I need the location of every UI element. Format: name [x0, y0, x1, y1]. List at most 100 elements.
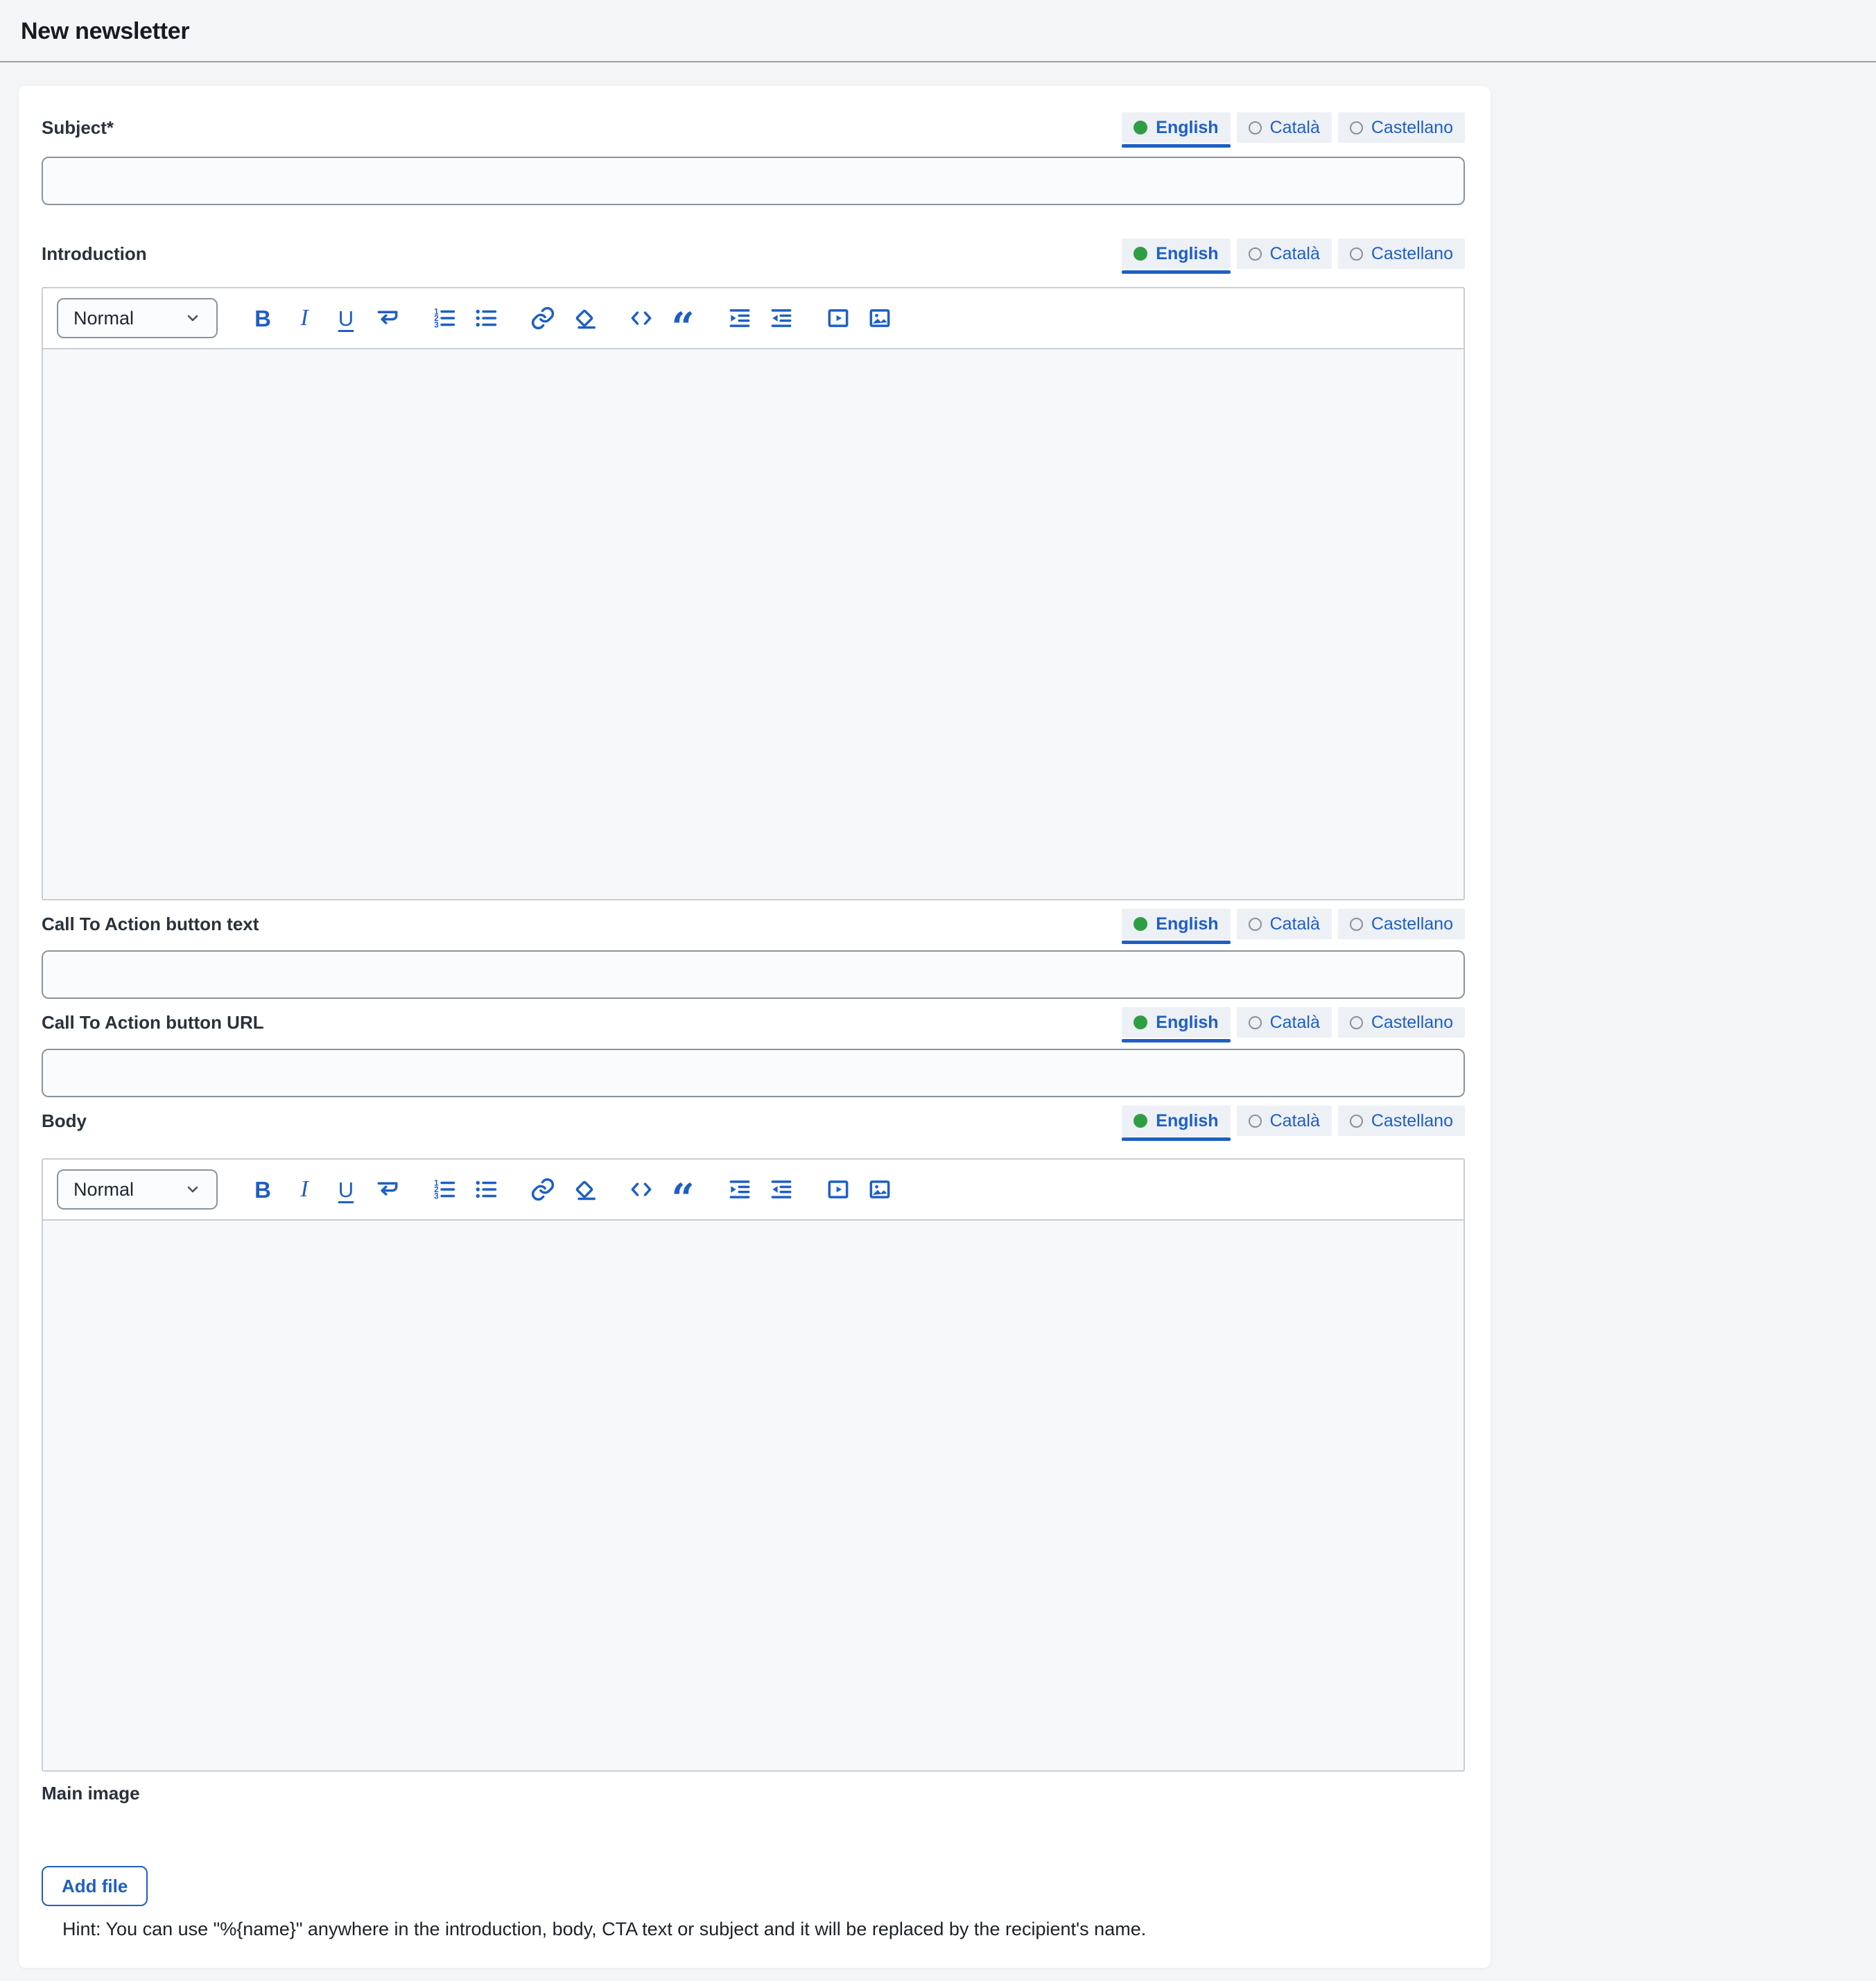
video-button[interactable] [822, 302, 854, 334]
introduction-editor-toolbar: Normal B I U 123 [43, 288, 1464, 348]
underline-button[interactable]: U [330, 302, 362, 334]
lang-option-catala[interactable]: Català [1237, 1007, 1332, 1038]
bold-button[interactable]: B [247, 1173, 279, 1205]
lang-option-label: English [1156, 914, 1218, 934]
indent-icon [727, 305, 753, 331]
bullet-list-icon [473, 1176, 499, 1203]
blockquote-button[interactable]: “ [667, 1173, 699, 1205]
lang-option-catala[interactable]: Català [1237, 1106, 1332, 1136]
indent-button[interactable] [724, 1173, 756, 1205]
lang-option-label: Castellano [1371, 1013, 1453, 1033]
introduction-editor-content[interactable] [43, 348, 1464, 899]
lang-option-english[interactable]: English [1122, 1106, 1230, 1136]
radio-unselected-icon [1350, 1016, 1363, 1029]
lang-option-castellano[interactable]: Castellano [1338, 112, 1465, 143]
blockquote-button[interactable]: “ [667, 302, 699, 334]
ordered-list-button[interactable]: 123 [428, 302, 460, 334]
italic-button[interactable]: I [288, 1173, 320, 1205]
lang-option-catala[interactable]: Català [1237, 112, 1332, 143]
ordered-list-icon: 123 [431, 305, 458, 331]
lang-option-label: Català [1270, 244, 1320, 264]
body-editor: Normal B I U 123 [42, 1158, 1465, 1772]
indent-button[interactable] [724, 302, 756, 334]
svg-text:3: 3 [434, 1192, 439, 1201]
lang-option-english[interactable]: English [1122, 909, 1230, 939]
bullet-list-icon [473, 305, 499, 331]
body-editor-content[interactable] [43, 1219, 1464, 1770]
ordered-list-button[interactable]: 123 [428, 1173, 460, 1205]
lang-option-catala[interactable]: Català [1237, 909, 1332, 939]
introduction-label: Introduction [42, 243, 147, 265]
code-icon [628, 1176, 654, 1203]
video-button[interactable] [822, 1173, 854, 1205]
clear-formatting-button[interactable] [568, 302, 600, 334]
code-button[interactable] [625, 1173, 657, 1205]
radio-unselected-icon [1350, 918, 1363, 931]
page-header: New newsletter [0, 0, 1876, 44]
line-break-icon [374, 1176, 401, 1203]
video-icon [825, 1176, 851, 1203]
code-button[interactable] [625, 302, 657, 334]
indent-icon [727, 1176, 753, 1203]
bold-button[interactable]: B [247, 302, 279, 334]
lang-option-label: English [1156, 1013, 1218, 1033]
underline-button[interactable]: U [330, 1173, 362, 1205]
radio-unselected-icon [1249, 918, 1262, 931]
subject-label: Subject* [42, 117, 114, 139]
radio-unselected-icon [1350, 121, 1363, 134]
lang-option-castellano[interactable]: Castellano [1338, 909, 1465, 939]
add-file-button[interactable]: Add file [42, 1866, 148, 1906]
paragraph-style-value: Normal [73, 1179, 134, 1201]
lang-option-catala[interactable]: Català [1237, 238, 1332, 269]
svg-text:3: 3 [434, 320, 439, 330]
cta-text-input[interactable] [42, 950, 1465, 999]
italic-button[interactable]: I [288, 302, 320, 334]
radio-unselected-icon [1249, 247, 1262, 261]
image-icon [867, 305, 893, 331]
image-button[interactable] [864, 302, 896, 334]
cta-text-language-selector: English Català Castellano [1122, 909, 1465, 939]
outdent-button[interactable] [765, 1173, 797, 1205]
lang-option-label: Castellano [1371, 244, 1453, 264]
radio-unselected-icon [1350, 1115, 1363, 1128]
cta-url-language-selector: English Català Castellano [1122, 1007, 1465, 1038]
radio-unselected-icon [1249, 1016, 1262, 1029]
lang-option-label: Castellano [1371, 1111, 1453, 1131]
link-button[interactable] [527, 302, 559, 334]
subject-language-selector: English Català Castellano [1122, 112, 1465, 143]
lang-option-castellano[interactable]: Castellano [1338, 1106, 1465, 1136]
main-image-label: Main image [42, 1783, 140, 1804]
paragraph-style-select[interactable]: Normal [57, 1169, 218, 1210]
video-icon [825, 305, 851, 331]
lang-option-english[interactable]: English [1122, 1007, 1230, 1038]
link-icon [530, 305, 556, 331]
subject-input[interactable] [42, 157, 1465, 205]
paragraph-style-select[interactable]: Normal [57, 298, 218, 338]
clear-formatting-button[interactable] [568, 1173, 600, 1205]
bullet-list-button[interactable] [470, 302, 502, 334]
body-language-selector: English Català Castellano [1122, 1106, 1465, 1136]
line-break-button[interactable] [372, 302, 403, 334]
line-break-icon [374, 305, 401, 331]
image-button[interactable] [864, 1173, 896, 1205]
introduction-language-selector: English Català Castellano [1122, 238, 1465, 269]
lang-option-label: Català [1270, 118, 1320, 138]
link-button[interactable] [527, 1173, 559, 1205]
radio-selected-icon [1134, 1015, 1147, 1029]
lang-option-english[interactable]: English [1122, 238, 1230, 269]
lang-option-label: Castellano [1371, 118, 1453, 138]
newsletter-form-card: Subject* English Català Castellano Intro… [19, 86, 1491, 1968]
link-icon [530, 1176, 556, 1203]
outdent-button[interactable] [765, 302, 797, 334]
lang-option-castellano[interactable]: Castellano [1338, 238, 1465, 269]
cta-url-field: Call To Action button URL English Català… [42, 1006, 1465, 1097]
lang-option-castellano[interactable]: Castellano [1338, 1007, 1465, 1038]
bullet-list-button[interactable] [470, 1173, 502, 1205]
chevron-down-icon [184, 1181, 201, 1198]
cta-url-input[interactable] [42, 1049, 1465, 1097]
lang-option-english[interactable]: English [1122, 112, 1230, 143]
header-divider [0, 61, 1876, 62]
body-label: Body [42, 1110, 87, 1132]
outdent-icon [768, 1176, 794, 1203]
line-break-button[interactable] [372, 1173, 403, 1205]
